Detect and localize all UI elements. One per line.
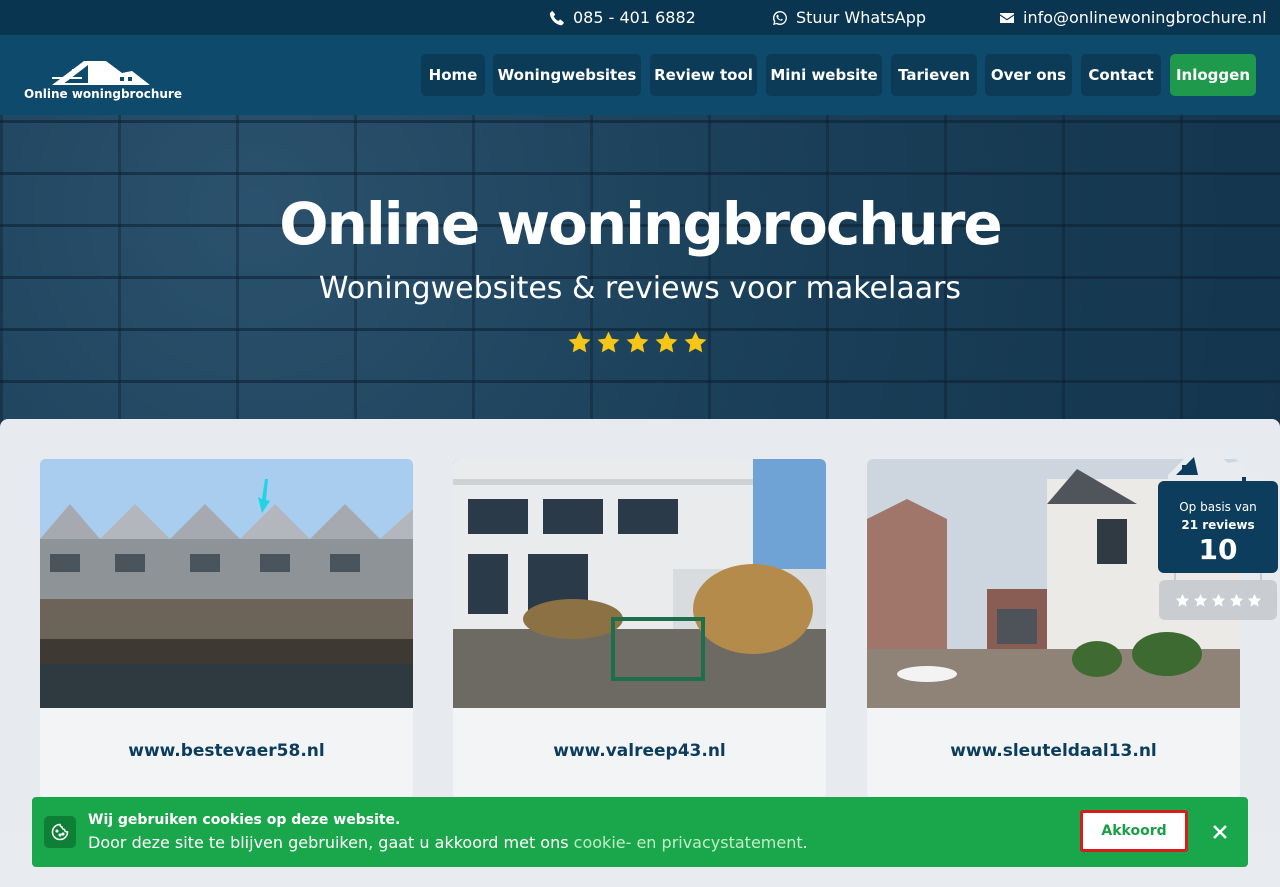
- star-icon: [1247, 593, 1261, 606]
- nav-woningwebsites[interactable]: Woningwebsites: [493, 54, 641, 96]
- hero-subtitle: Woningwebsites & reviews voor makelaars: [318, 271, 962, 306]
- star-icon: [655, 331, 678, 353]
- star-icon: [568, 331, 591, 353]
- hero-rating-stars: [567, 330, 708, 355]
- cookie-body-text: Door deze site te blijven gebruiken, gaa…: [88, 833, 569, 852]
- nav-review-tool[interactable]: Review tool: [650, 54, 757, 96]
- privacy-statement-link[interactable]: cookie- en privacystatement: [574, 833, 803, 852]
- cookie-icon: [44, 816, 76, 848]
- property-card[interactable]: www.bestevaer58.nl: [40, 459, 413, 799]
- star-icon: [1193, 593, 1207, 606]
- top-contact-bar: 085 - 401 6882 Stuur WhatsApp info@onlin…: [0, 0, 1280, 35]
- star-icon: [597, 331, 620, 353]
- star-icon: [684, 331, 707, 353]
- phone-number: 085 - 401 6882: [573, 8, 696, 27]
- email-address: info@onlinewoningbrochure.nl: [1023, 8, 1267, 27]
- accept-cookies-button[interactable]: Akkoord: [1080, 810, 1188, 852]
- site-header: Online woningbrochure Home Woningwebsite…: [0, 35, 1280, 115]
- property-url-link[interactable]: www.sleuteldaal13.nl: [867, 741, 1240, 761]
- property-url-link[interactable]: www.bestevaer58.nl: [40, 741, 413, 761]
- close-icon: [1213, 825, 1227, 839]
- cookie-body-period: .: [802, 833, 808, 852]
- nav-over-ons[interactable]: Over ons: [985, 54, 1072, 96]
- nav-tarieven[interactable]: Tarieven: [891, 54, 977, 96]
- review-badge[interactable]: Op basis van 21 reviews 10: [1158, 445, 1278, 625]
- property-card[interactable]: www.valreep43.nl: [453, 459, 826, 799]
- cookie-banner: Wij gebruiken cookies op deze website. D…: [32, 797, 1248, 867]
- login-button[interactable]: Inloggen: [1170, 54, 1256, 96]
- review-score: 10: [1198, 533, 1238, 566]
- phone-icon: [549, 10, 564, 25]
- logo-text: Online woningbrochure: [24, 87, 182, 101]
- property-photo[interactable]: [40, 459, 413, 708]
- close-cookie-banner-button[interactable]: [1208, 820, 1232, 844]
- review-stars: [1159, 580, 1277, 620]
- nav-mini-website[interactable]: Mini website: [766, 54, 882, 96]
- review-basis-label: Op basis van: [1179, 500, 1257, 514]
- email-link[interactable]: info@onlinewoningbrochure.nl: [999, 0, 1267, 35]
- review-score-box: Op basis van 21 reviews 10: [1158, 481, 1278, 573]
- cookie-message: Door deze site te blijven gebruiken, gaa…: [88, 833, 808, 852]
- nav-home[interactable]: Home: [421, 54, 485, 96]
- star-icon: [626, 331, 649, 353]
- envelope-icon: [1000, 12, 1014, 23]
- hero-title: Online woningbrochure: [279, 190, 1002, 258]
- hero-banner: Online woningbrochure Woningwebsites & r…: [0, 115, 1280, 435]
- whatsapp-icon: [773, 10, 787, 25]
- star-icon: [1229, 593, 1243, 606]
- review-count: 21 reviews: [1181, 518, 1255, 532]
- star-icon: [1175, 593, 1189, 606]
- property-photo[interactable]: [453, 459, 826, 708]
- whatsapp-link[interactable]: Stuur WhatsApp: [772, 0, 926, 35]
- nav-contact[interactable]: Contact: [1081, 54, 1161, 96]
- property-url-link[interactable]: www.valreep43.nl: [453, 741, 826, 761]
- star-icon: [1211, 593, 1225, 606]
- cookie-title: Wij gebruiken cookies op deze website.: [88, 812, 401, 828]
- whatsapp-label: Stuur WhatsApp: [796, 8, 927, 27]
- phone-link[interactable]: 085 - 401 6882: [549, 0, 696, 35]
